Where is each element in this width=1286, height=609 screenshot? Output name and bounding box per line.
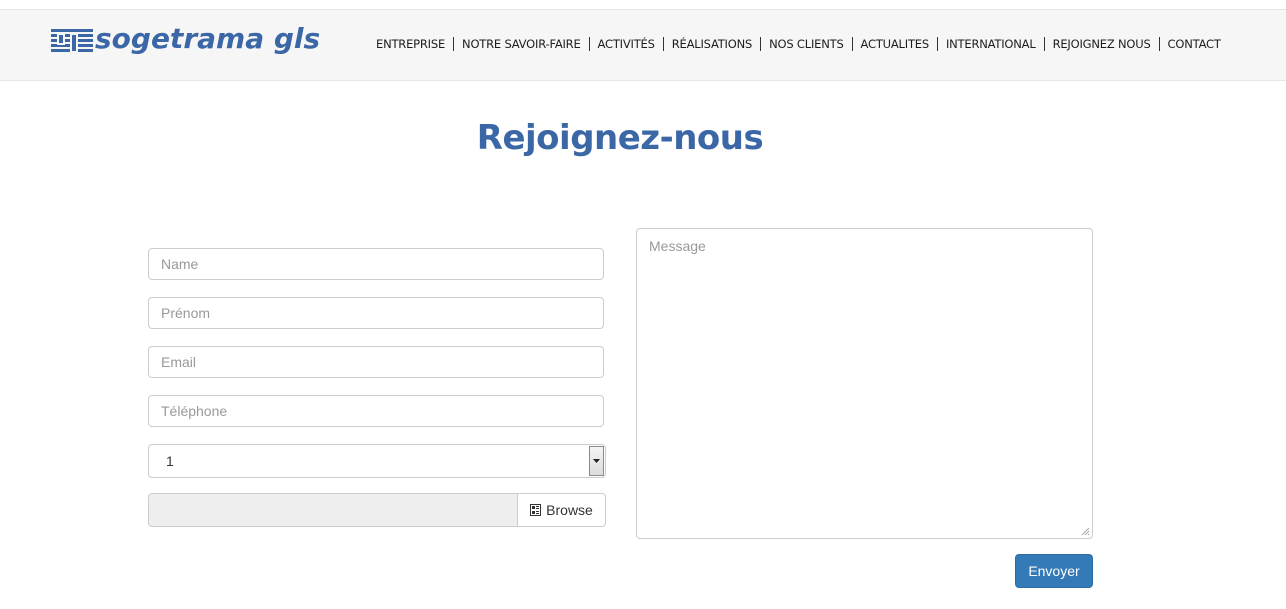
nav-item-international[interactable]: INTERNATIONAL	[936, 37, 1044, 51]
page-title: Rejoignez-nous	[476, 118, 764, 158]
browse-label: Browse	[546, 502, 593, 518]
chevron-down-icon[interactable]	[589, 446, 604, 476]
nav-item-entreprise[interactable]: ENTREPRISE	[368, 37, 453, 51]
site-logo[interactable]: sogetrama gls	[51, 22, 320, 62]
select-value: 1	[166, 453, 174, 469]
top-strip	[0, 0, 1286, 10]
submit-button[interactable]: Envoyer	[1015, 554, 1093, 588]
nav-item-actualites[interactable]: ACTUALITES	[851, 37, 937, 51]
browse-button[interactable]: Browse	[517, 493, 606, 527]
logo-mark-icon	[51, 29, 93, 53]
nav-item-savoir-faire[interactable]: NOTRE SAVOIR-FAIRE	[453, 37, 589, 51]
message-textarea[interactable]	[636, 228, 1093, 539]
name-input[interactable]	[148, 248, 604, 280]
nav-item-realisations[interactable]: RÉALISATIONS	[662, 37, 760, 51]
position-select[interactable]: 1	[148, 444, 606, 478]
file-upload: Browse	[148, 493, 606, 527]
file-name-display	[148, 493, 518, 527]
main-nav: ENTREPRISE NOTRE SAVOIR-FAIRE ACTIVITÉS …	[368, 36, 1229, 52]
nav-item-rejoignez-nous[interactable]: REJOIGNEZ NOUS	[1043, 37, 1159, 51]
email-input[interactable]	[148, 346, 604, 378]
nav-item-contact[interactable]: CONTACT	[1158, 37, 1229, 51]
site-header: sogetrama gls ENTREPRISE NOTRE SAVOIR-FA…	[0, 10, 1286, 81]
file-icon	[530, 504, 542, 516]
nav-item-nos-clients[interactable]: NOS CLIENTS	[760, 37, 851, 51]
telephone-input[interactable]	[148, 395, 604, 427]
resize-grip-icon[interactable]	[1080, 526, 1090, 536]
nav-item-activites[interactable]: ACTIVITÉS	[588, 37, 663, 51]
prenom-input[interactable]	[148, 297, 604, 329]
logo-text: sogetrama gls	[95, 22, 321, 55]
